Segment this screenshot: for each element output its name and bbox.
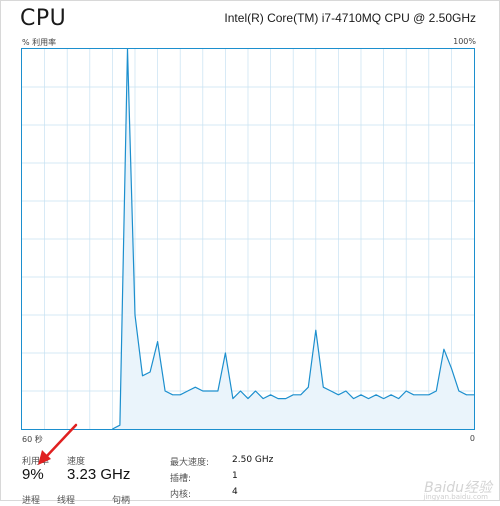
max-speed-key: 最大速度: (170, 458, 210, 468)
cpu-utilization-graph (21, 48, 475, 430)
cores-value: 4 (232, 487, 238, 497)
graph-y-max-label: 100% (453, 37, 476, 46)
graph-x-right-label: 0 (469, 434, 475, 443)
cores-key: 内核: (170, 490, 192, 500)
max-speed-value: 2.50 GHz (232, 455, 274, 465)
handles-label: 句柄 (112, 496, 131, 506)
speed-value: 3.23 GHz (67, 466, 131, 483)
graph-x-left-label: 60 秒 (22, 435, 43, 444)
graph-y-axis-label: % 利用率 (22, 38, 57, 47)
sockets-key: 插槽: (170, 474, 192, 484)
cpu-model-name: Intel(R) Core(TM) i7-4710MQ CPU @ 2.50GH… (224, 11, 476, 25)
cpu-graph-svg (22, 49, 474, 429)
watermark-url: jingyan.baidu.com (423, 493, 488, 501)
processes-label: 进程 (22, 496, 41, 506)
sockets-value: 1 (232, 471, 238, 481)
page-title: CPU (20, 6, 67, 31)
threads-label: 线程 (57, 496, 76, 506)
utilization-value: 9% (22, 466, 44, 483)
